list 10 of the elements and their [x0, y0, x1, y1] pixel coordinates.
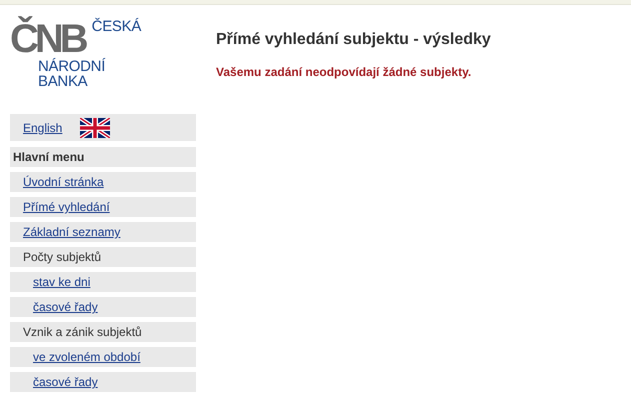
logo-text: NÁRODNÍ: [37, 59, 106, 74]
uk-flag-icon: [80, 118, 110, 138]
menu-section-label: Počty subjektů: [23, 250, 102, 264]
menu-heading: Hlavní menu: [10, 147, 196, 167]
logo-text: ČESKÁ: [92, 19, 142, 34]
logo-text: BANKA: [37, 74, 88, 89]
english-link[interactable]: English: [23, 120, 62, 134]
no-results-message: Vašemu zadání neodpovídají žádné subjekty.: [216, 65, 472, 79]
menu-section-label: Vznik a zánik subjektů: [23, 325, 142, 339]
page-title: Přímé vyhledání subjektu - výsledky: [216, 31, 491, 49]
